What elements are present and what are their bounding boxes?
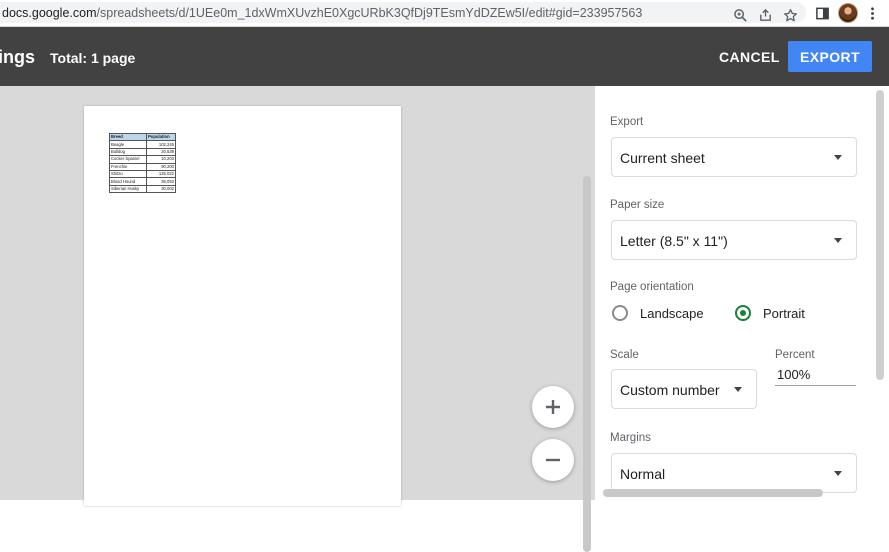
margins-label: Margins [610, 432, 651, 444]
table-cell: 125,022 [146, 169, 176, 179]
table-cell: Shitzu [109, 169, 147, 179]
zoom-out-button[interactable] [532, 439, 574, 481]
preview-page: Breed Population Beagle 102,245 Bulldog 20… [84, 106, 401, 506]
table-cell: 20,539 [146, 147, 176, 157]
preview-table: Breed Population Beagle 102,245 Bulldog 20… [109, 132, 176, 194]
table-cell: Bulldog [109, 147, 147, 157]
url-path: /spreadsheets/d/1UEe0m_1dxWmXUvzhE0XgcUR… [96, 6, 643, 20]
paper-size-select[interactable]: Letter (8.5" x 11") [611, 220, 857, 260]
chevron-down-icon [834, 471, 842, 476]
chevron-down-icon [834, 155, 842, 160]
export-label: Export [610, 116, 644, 128]
landscape-radio[interactable] [612, 305, 628, 321]
table-row: Blood Hound 35,053 [109, 177, 176, 186]
page-title: ings [0, 47, 36, 67]
zoom-in-button[interactable] [532, 386, 574, 428]
more-vert-icon[interactable] [862, 3, 882, 23]
table-cell: Blood Hound [109, 177, 147, 186]
export-button[interactable]: EXPORT [788, 41, 872, 72]
print-preview-area: Breed Population Beagle 102,245 Bulldog 20… [0, 86, 595, 552]
browser-toolbar: docs.google.com/spreadsheets/d/1UEe0m_1d… [0, 0, 889, 27]
star-icon[interactable] [780, 5, 800, 25]
table-cell: Frenchie [109, 162, 147, 171]
table-cell: 90,200 [146, 162, 176, 171]
export-select[interactable]: Current sheet [611, 137, 857, 177]
portrait-label[interactable]: Portrait [763, 306, 805, 321]
table-cell: Siberian Husky [109, 184, 147, 194]
cancel-button[interactable]: CANCEL [713, 41, 779, 73]
horizontal-scrollbar[interactable] [603, 489, 823, 497]
scale-select-value: Custom number [620, 382, 720, 398]
url-host: docs.google.com [2, 6, 97, 20]
percent-label: Percent [775, 349, 815, 361]
paper-size-label: Paper size [610, 199, 665, 211]
paper-size-select-value: Letter (8.5" x 11") [620, 233, 728, 249]
table-header: Breed [109, 132, 147, 142]
table-row: Siberian Husky 30,002 [109, 184, 176, 194]
chevron-down-icon [834, 238, 842, 243]
panel-scrollbar[interactable] [876, 90, 884, 380]
table-cell: Cocker Spaniel [109, 155, 147, 164]
margins-select-value: Normal [620, 466, 666, 482]
table-cell: 102,245 [146, 140, 176, 149]
table-cell: 10,203 [146, 155, 176, 164]
table-row: Frenchie 90,200 [109, 162, 176, 171]
zoom-icon[interactable] [730, 5, 750, 25]
table-row: Bulldog 20,539 [109, 147, 176, 157]
landscape-label[interactable]: Landscape [640, 306, 704, 321]
percent-input[interactable] [775, 364, 856, 386]
scale-select[interactable]: Custom number [611, 369, 757, 409]
avatar[interactable] [838, 3, 858, 23]
side-panel-icon[interactable] [812, 3, 832, 23]
preview-scrollbar[interactable] [583, 176, 591, 552]
url-text[interactable]: docs.google.com/spreadsheets/d/1UEe0m_1d… [2, 6, 642, 20]
portrait-radio[interactable] [735, 305, 751, 321]
table-cell: Beagle [109, 140, 147, 149]
table-header: Population [146, 132, 176, 142]
export-select-value: Current sheet [620, 150, 705, 166]
table-row: Shitzu 125,022 [109, 169, 176, 179]
chevron-down-icon [734, 387, 742, 392]
table-cell: 30,002 [146, 184, 176, 194]
table-row: Cocker Spaniel 10,203 [109, 155, 176, 164]
settings-panel: Export Current sheet Paper size Letter (… [595, 86, 889, 500]
plus-icon [546, 400, 560, 414]
table-cell: 35,053 [146, 177, 176, 186]
print-settings-header: ings Total: 1 page CANCEL EXPORT [0, 27, 889, 86]
table-header-row: Breed Population [109, 132, 176, 142]
address-bar[interactable]: docs.google.com/spreadsheets/d/1UEe0m_1d… [0, 2, 806, 23]
table-row: Beagle 102,245 [109, 140, 176, 149]
page-count: Total: 1 page [50, 50, 136, 66]
minus-icon [546, 458, 560, 462]
share-icon[interactable] [755, 5, 775, 25]
page-orientation-label: Page orientation [610, 281, 694, 293]
margins-select[interactable]: Normal [611, 453, 857, 493]
scale-label: Scale [610, 349, 639, 361]
